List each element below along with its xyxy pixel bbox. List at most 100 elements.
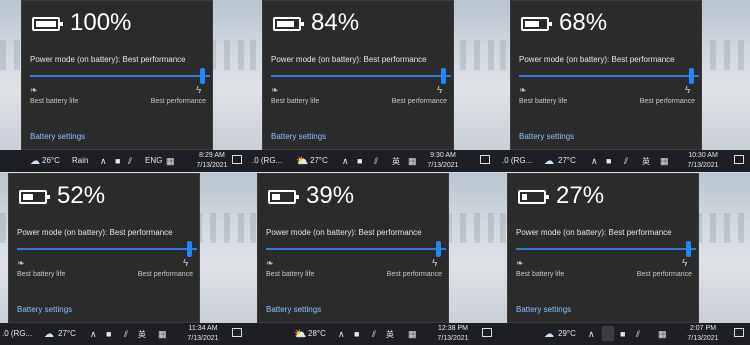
screenshot-tile-1: 100% Power mode (on battery): Best perfor…: [0, 0, 250, 172]
wifi-icon[interactable]: ■: [106, 329, 111, 339]
power-mode-slider-track[interactable]: [519, 75, 699, 77]
battery-flyout: 39% Power mode (on battery): Best perform…: [257, 173, 449, 323]
wifi-icon[interactable]: ■: [357, 156, 362, 166]
battery-settings-link[interactable]: Battery settings: [266, 305, 321, 314]
taskbar: ☁ 26°C Rain ∧ ■ ⫽ ENG ▦ 8:29 AM 7/13/2021: [0, 150, 250, 172]
action-center-icon[interactable]: [232, 155, 242, 164]
chevron-up-icon[interactable]: ∧: [90, 329, 97, 340]
input-language[interactable]: 英: [392, 156, 400, 167]
battery-settings-link[interactable]: Battery settings: [516, 305, 571, 314]
best-performance-label: Best performance: [386, 271, 442, 278]
power-mode-slider-track[interactable]: [266, 248, 446, 250]
clock-date: 7/13/2021: [427, 162, 459, 169]
best-performance-label: Best performance: [150, 98, 206, 105]
power-mode-slider-thumb[interactable]: [200, 68, 205, 84]
action-center-icon[interactable]: [480, 155, 490, 164]
battery-level-fill: [525, 21, 539, 27]
action-center-icon[interactable]: [232, 328, 242, 337]
chevron-up-icon[interactable]: ∧: [591, 156, 598, 167]
ime-grid-icon[interactable]: ▦: [408, 329, 417, 340]
chevron-up-icon[interactable]: ∧: [338, 329, 345, 340]
weather-condition[interactable]: Rain: [72, 156, 88, 165]
weather-temperature[interactable]: 26°C: [42, 156, 60, 165]
speaker-icon[interactable]: ⫽: [636, 329, 640, 340]
clock[interactable]: 8:29 AM 7/13/2021: [192, 151, 232, 171]
power-mode-slider-thumb[interactable]: [436, 241, 441, 257]
power-mode-slider-track[interactable]: [17, 248, 197, 250]
ime-grid-icon[interactable]: ▦: [166, 156, 175, 167]
input-language[interactable]: 英: [642, 156, 650, 167]
power-mode-label: Power mode (on battery): Best performanc…: [17, 228, 173, 237]
partly-sunny-icon[interactable]: ⛅: [294, 329, 306, 340]
battery-level-fill: [522, 194, 527, 200]
input-language[interactable]: ENG: [145, 156, 162, 165]
power-mode-slider-track[interactable]: [271, 75, 451, 77]
battery-settings-link[interactable]: Battery settings: [271, 132, 326, 141]
action-center-icon[interactable]: [734, 328, 744, 337]
battery-icon: [521, 17, 552, 31]
clock[interactable]: 9:30 AM 7/13/2021: [423, 151, 463, 171]
ime-grid-icon[interactable]: ▦: [408, 156, 417, 167]
speaker-icon[interactable]: ⫽: [624, 156, 628, 167]
cloud-rain-icon[interactable]: ☁: [544, 156, 554, 167]
wifi-icon[interactable]: ■: [354, 329, 359, 339]
cloud-rain-icon[interactable]: ☁: [30, 156, 40, 167]
taskbar-app-title[interactable]: .0 (RG...: [502, 156, 532, 165]
chevron-up-icon[interactable]: ∧: [588, 329, 595, 340]
partly-sunny-icon[interactable]: ⛅: [296, 156, 308, 167]
speaker-icon[interactable]: ⫽: [124, 329, 128, 340]
battery-settings-link[interactable]: Battery settings: [519, 132, 574, 141]
input-language[interactable]: 英: [386, 329, 394, 340]
speaker-icon[interactable]: ⫽: [372, 329, 376, 340]
clock-time: 10:30 AM: [688, 152, 718, 159]
wifi-icon[interactable]: ■: [620, 329, 625, 339]
weather-temperature[interactable]: 27°C: [558, 156, 576, 165]
best-battery-life-label: Best battery life: [516, 271, 565, 278]
ime-grid-icon[interactable]: ▦: [658, 329, 667, 340]
battery-settings-link[interactable]: Battery settings: [30, 132, 85, 141]
power-mode-slider-thumb[interactable]: [187, 241, 192, 257]
power-mode-slider-thumb[interactable]: [441, 68, 446, 84]
input-language[interactable]: 英: [138, 329, 146, 340]
action-center-icon[interactable]: [482, 328, 492, 337]
clock[interactable]: 12:38 PM 7/13/2021: [433, 324, 473, 344]
cloud-rain-icon[interactable]: ☁: [44, 329, 54, 340]
power-mode-slider-thumb[interactable]: [686, 241, 691, 257]
ime-grid-icon[interactable]: ▦: [660, 156, 669, 167]
action-center-icon[interactable]: [734, 155, 744, 164]
taskbar-app-title[interactable]: .0 (RG...: [2, 329, 32, 338]
clock[interactable]: 10:30 AM 7/13/2021: [683, 151, 723, 171]
battery-icon: [518, 190, 549, 204]
weather-temperature[interactable]: 27°C: [310, 156, 328, 165]
wifi-icon[interactable]: ■: [606, 156, 611, 166]
weather-temperature[interactable]: 29°C: [558, 329, 576, 338]
power-mode-slider-track[interactable]: [30, 75, 210, 77]
power-mode-slider-thumb[interactable]: [689, 68, 694, 84]
clock-date: 7/13/2021: [687, 162, 719, 169]
battery-settings-link[interactable]: Battery settings: [17, 305, 72, 314]
battery-tray-highlight[interactable]: [602, 326, 614, 341]
speaker-icon[interactable]: ⫽: [128, 156, 132, 167]
cloud-rain-icon[interactable]: ☁: [544, 329, 554, 340]
weather-temperature[interactable]: 28°C: [308, 329, 326, 338]
best-battery-life-label: Best battery life: [17, 271, 66, 278]
power-mode-slider-track[interactable]: [516, 248, 696, 250]
battery-level-fill: [277, 21, 294, 27]
ime-grid-icon[interactable]: ▦: [158, 329, 167, 340]
speaker-icon[interactable]: ⫽: [374, 156, 378, 167]
clock[interactable]: 11:34 AM 7/13/2021: [183, 324, 223, 344]
power-mode-label: Power mode (on battery): Best performanc…: [266, 228, 422, 237]
battery-icon: [268, 190, 299, 204]
chevron-up-icon[interactable]: ∧: [342, 156, 349, 167]
wifi-icon[interactable]: ■: [115, 156, 120, 166]
chevron-up-icon[interactable]: ∧: [100, 156, 107, 167]
clock-time: 11:34 AM: [188, 325, 218, 332]
taskbar-app-title[interactable]: .0 (RG...: [252, 156, 282, 165]
clock[interactable]: 2:07 PM 7/13/2021: [683, 324, 723, 344]
clock-date: 7/13/2021: [187, 335, 219, 342]
battery-percent: 68%: [559, 9, 608, 36]
battery-level-fill: [23, 194, 33, 200]
weather-temperature[interactable]: 27°C: [58, 329, 76, 338]
clock-time: 2:07 PM: [689, 325, 717, 332]
screenshot-tile-5: 39% Power mode (on battery): Best perform…: [250, 173, 500, 345]
